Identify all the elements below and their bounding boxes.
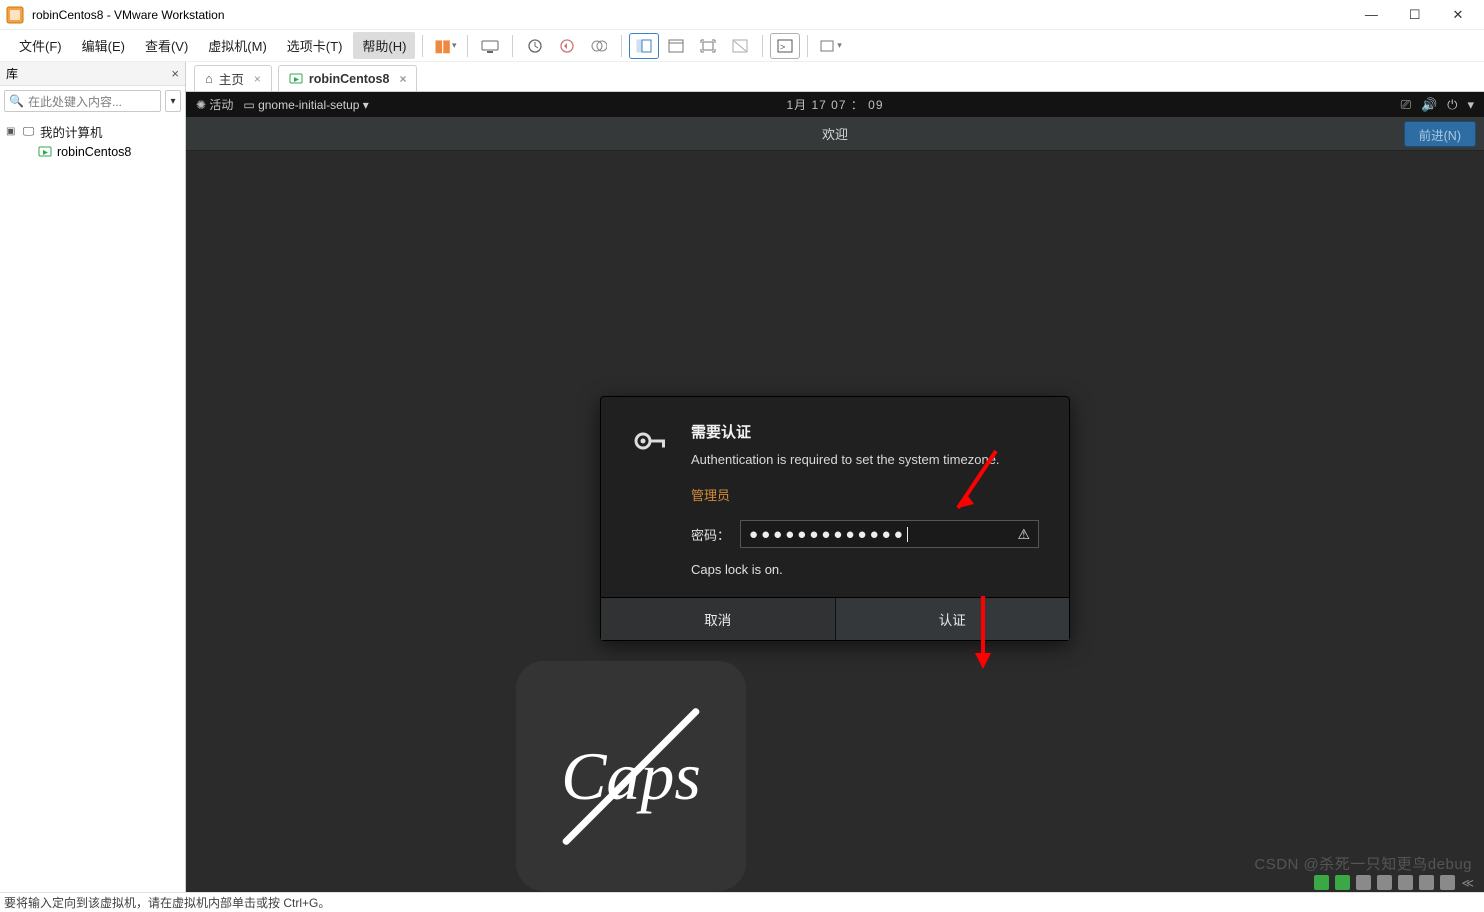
library-search-input[interactable]: 🔍 在此处键入内容... [4,90,161,112]
cancel-button[interactable]: 取消 [601,598,836,640]
close-button[interactable]: ✕ [1438,7,1478,23]
tab-strip: ⌂ 主页 × robinCentos8 × [186,62,1484,92]
device-icon[interactable] [1356,875,1371,890]
device-icon[interactable] [1398,875,1413,890]
volume-icon[interactable]: 🔊 [1421,97,1437,113]
view-console-icon[interactable] [629,33,659,59]
sys-menu-caret-icon[interactable]: ▾ [1467,97,1474,113]
gnome-top-bar: ✺ 活动 ▭ gnome-initial-setup ▾ 1月 17 07 ： … [186,92,1484,117]
auth-message: Authentication is required to set the sy… [691,452,1039,467]
tree-vm-label: robinCentos8 [57,145,131,159]
tab-home-close-icon[interactable]: × [254,72,261,86]
guest-display[interactable]: ✺ 活动 ▭ gnome-initial-setup ▾ 1月 17 07 ： … [186,92,1484,892]
title-bar: robinCentos8 - VMware Workstation — ☐ ✕ [0,0,1484,30]
tree-twisty-icon[interactable]: ▣ [6,126,17,137]
maximize-button[interactable]: ☐ [1395,7,1435,23]
pause-button[interactable]: ▮▮▾ [430,33,460,59]
key-icon [631,421,671,577]
stretch-guest-icon[interactable]: ▾ [815,33,845,59]
view-unity-icon[interactable] [725,33,755,59]
tab-home-label: 主页 [219,69,244,88]
warning-icon: ⚠ [1017,526,1030,543]
device-icon[interactable] [1335,875,1350,890]
welcome-header: 欢迎 前进(N) [186,117,1484,151]
gnome-clock[interactable]: 1月 17 07 ： 09 [786,96,883,113]
vm-tab-icon [289,72,303,86]
menu-view[interactable]: 查看(V) [136,32,197,59]
home-icon: ⌂ [205,71,213,86]
status-bar: 要将输入定向到该虚拟机，请在虚拟机内部单击或按 Ctrl+G。 [0,892,1484,912]
window-title: robinCentos8 - VMware Workstation [32,8,225,22]
password-value: ●●●●●●●●●●●●● [749,527,908,542]
device-icon[interactable] [1440,875,1455,890]
power-icon[interactable]: ⏻ [1447,97,1457,113]
tab-vm[interactable]: robinCentos8 × [278,65,418,91]
auth-user: 管理员 [691,485,1039,504]
tab-vm-label: robinCentos8 [309,72,390,86]
tree-root-label: 我的计算机 [40,122,103,141]
search-dropdown-icon[interactable]: ▾ [165,90,181,112]
status-hint: 要将输入定向到该虚拟机，请在虚拟机内部单击或按 Ctrl+G。 [4,894,330,911]
menu-help[interactable]: 帮助(H) [353,32,415,59]
view-fullscreen-icon[interactable] [693,33,723,59]
caps-lock-message: Caps lock is on. [691,562,1039,577]
library-sidebar: 库 × 🔍 在此处键入内容... ▾ ▣ 🖵 我的计算机 robinCentos… [0,62,186,892]
gnome-current-app[interactable]: ▭ gnome-initial-setup ▾ [243,98,368,112]
library-title: 库 [6,65,18,82]
tab-home[interactable]: ⌂ 主页 × [194,65,272,91]
network-icon[interactable]: ⎚ [1401,97,1411,113]
gnome-activities[interactable]: ✺ 活动 [196,96,233,113]
caps-lock-osd: Caps [516,661,746,891]
device-icon[interactable] [1314,875,1329,890]
password-label: 密码： [691,525,730,544]
menu-tabs[interactable]: 选项卡(T) [278,32,352,59]
device-icon[interactable] [1377,875,1392,890]
password-input[interactable]: ●●●●●●●●●●●●● ⚠ [740,520,1039,548]
minimize-button[interactable]: — [1351,7,1391,22]
view-single-icon[interactable] [661,33,691,59]
send-ctrl-alt-del-icon[interactable] [475,33,505,59]
vm-area: ⌂ 主页 × robinCentos8 × ✺ 活动 ▭ gnome-initi… [186,62,1484,892]
snapshot-revert-icon[interactable] [552,33,582,59]
tree-root-my-computer[interactable]: ▣ 🖵 我的计算机 [4,120,181,143]
auth-button-row: 取消 认证 [601,597,1069,640]
authenticate-button[interactable]: 认证 [836,598,1070,640]
vm-icon [38,145,52,159]
search-icon: 🔍 [9,94,24,108]
auth-dialog: 需要认证 Authentication is required to set t… [600,396,1070,641]
svg-text:>_: >_ [780,42,791,52]
library-close-icon[interactable]: × [171,66,179,81]
app-icon [6,6,24,24]
tree-vm-item[interactable]: robinCentos8 [4,143,181,159]
menu-bar: 文件(F) 编辑(E) 查看(V) 虚拟机(M) 选项卡(T) 帮助(H) ▮▮… [0,30,1484,62]
tab-vm-close-icon[interactable]: × [399,72,406,86]
library-header: 库 × [0,62,185,86]
menu-vm[interactable]: 虚拟机(M) [199,32,276,59]
vm-device-icons: ≪ [1314,875,1474,890]
forward-button[interactable]: 前进(N) [1404,121,1476,147]
library-tree: ▣ 🖵 我的计算机 robinCentos8 [0,116,185,163]
auth-title: 需要认证 [691,421,1039,442]
computer-icon: 🖵 [21,124,36,139]
search-placeholder: 在此处键入内容... [28,93,122,110]
snapshot-manager-icon[interactable] [584,33,614,59]
menu-file[interactable]: 文件(F) [10,32,71,59]
window-controls: — ☐ ✕ [1351,7,1478,23]
welcome-title: 欢迎 [822,124,848,143]
device-icon[interactable] [1419,875,1434,890]
snapshot-take-icon[interactable] [520,33,550,59]
menu-edit[interactable]: 编辑(E) [73,32,134,59]
device-menu-icon[interactable]: ≪ [1461,876,1474,890]
quick-switch-icon[interactable]: >_ [770,33,800,59]
